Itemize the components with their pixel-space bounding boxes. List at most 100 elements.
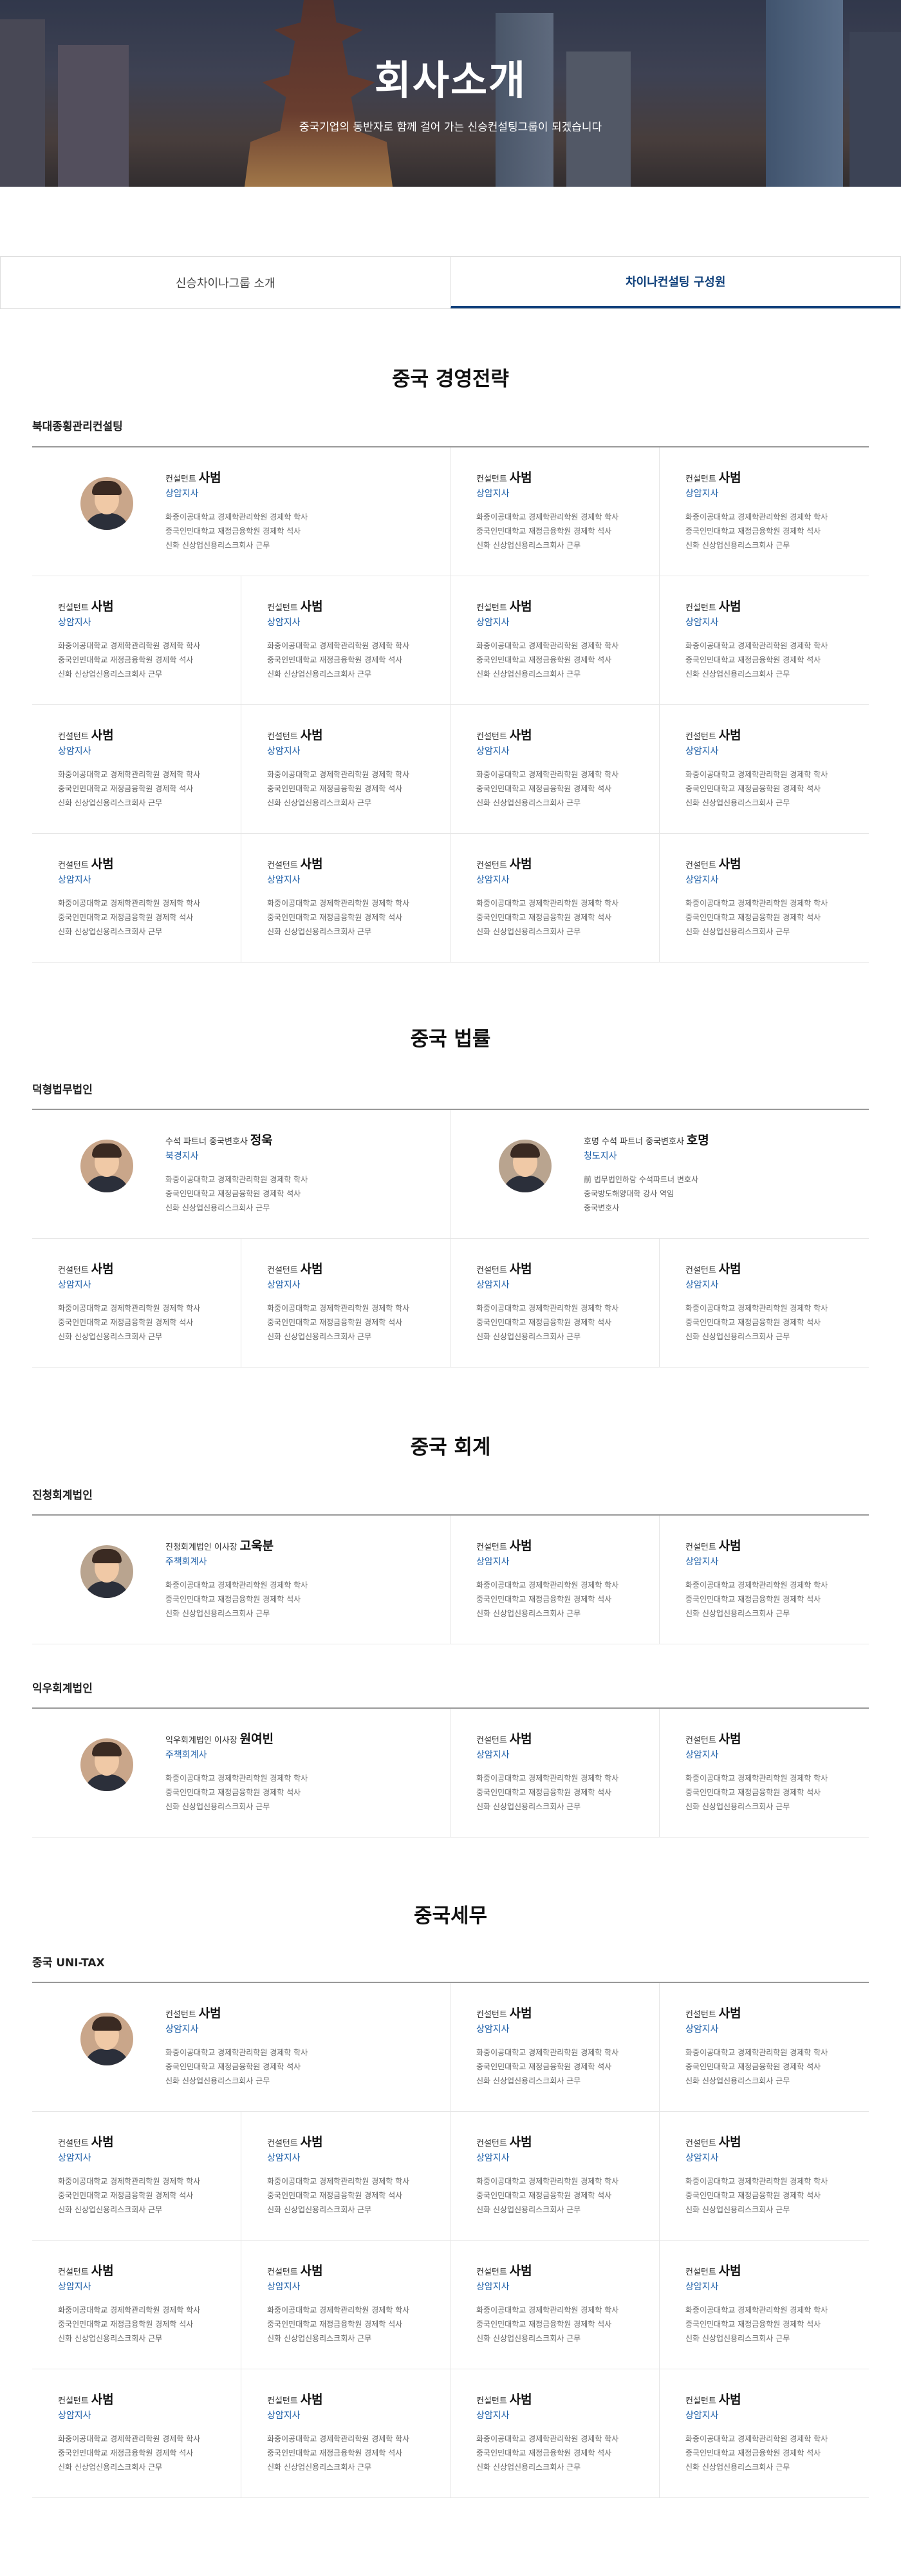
member-branch: 상암지사 (165, 489, 199, 499)
member-name: 사범 (91, 2393, 114, 2407)
section-title-law: 중국 법률 (410, 1028, 491, 1051)
member-role: 컨설턴트 (267, 2268, 298, 2277)
member-career-line: 중국인민대학교 재정금융학원 경제학 석사 (267, 1318, 403, 1327)
member-career-line: 화중이공대학교 경제학관리학원 경제학 학사 (685, 1304, 828, 1313)
member-branch: 상암지사 (267, 617, 301, 628)
member-career-line: 중국인민대학교 재정금융학원 경제학 석사 (476, 2320, 612, 2329)
member-career-line: 화중이공대학교 경제학관리학원 경제학 학사 (476, 2306, 619, 2315)
member-branch: 상암지사 (476, 746, 510, 757)
member-name: 호명 (686, 1133, 709, 1147)
member-career-line: 화중이공대학교 경제학관리학원 경제학 학사 (476, 899, 619, 908)
member-branch: 상암지사 (476, 1750, 510, 1760)
member-name: 사범 (509, 728, 532, 742)
member-card: 컨설턴트 사범 상암지사 화중이공대학교 경제학관리학원 경제학 학사 중국인민대학교… (450, 705, 660, 834)
member-card: 컨설턴트 사범 상암지사 화중이공대학교 경제학관리학원 경제학 학사 중국인민대학교… (241, 705, 450, 834)
member-career-line: 신화 신상업신용리스크회사 근무 (685, 670, 790, 679)
member-role: 컨설턴트 (476, 2396, 507, 2406)
member-name: 사범 (718, 1262, 741, 1276)
member-card: 컨설턴트 사범 상암지사 화중이공대학교 경제학관리학원 경제학 학사 중국인민대학교… (660, 447, 869, 576)
member-role: 수석 파트너 중국변호사 (165, 1137, 248, 1147)
member-career-line: 화중이공대학교 경제학관리학원 경제학 학사 (685, 2434, 828, 2443)
member-role: 컨설턴트 (685, 1543, 716, 1552)
member-career-line: 화중이공대학교 경제학관리학원 경제학 학사 (685, 641, 828, 650)
member-career-line: 화중이공대학교 경제학관리학원 경제학 학사 (685, 2048, 828, 2057)
member-career-line: 화중이공대학교 경제학관리학원 경제학 학사 (476, 1581, 619, 1590)
member-branch: 주책회계사 (165, 1557, 207, 1567)
tab-consulting-members[interactable]: 차이나컨설팅 구성원 (450, 257, 900, 308)
member-career-line: 중국인민대학교 재정금융학원 경제학 석사 (685, 1788, 821, 1797)
member-role: 컨설턴트 (165, 2010, 196, 2020)
tab-group-intro[interactable]: 신승차이나그룹 소개 (1, 257, 450, 308)
member-career-line: 화중이공대학교 경제학관리학원 경제학 학사 (267, 2434, 410, 2443)
member-card: 컨설턴트 사범 상암지사 화중이공대학교 경제학관리학원 경제학 학사 중국인민대학교… (32, 705, 241, 834)
member-career-line: 중국인민대학교 재정금융학원 경제학 석사 (58, 784, 194, 793)
member-career-line: 신화 신상업신용리스크회사 근무 (685, 2076, 790, 2085)
member-photo (80, 2013, 133, 2065)
member-branch: 상암지사 (476, 489, 510, 499)
member-branch: 상암지사 (476, 2282, 510, 2292)
member-info: 컨설턴트 사범 상암지사 화중이공대학교 경제학관리학원 경제학 학사 중국인민대학교… (267, 2135, 409, 2240)
section-title-strategy: 중국 경영전략 (392, 368, 509, 391)
member-role: 컨설턴트 (58, 2268, 89, 2277)
members-grid-law: 수석 파트너 중국변호사 정욱 북경지사 화중이공대학교 경제학관리학원 경제학 학… (32, 1109, 869, 1368)
member-career-line: 중국인민대학교 재정금융학원 경제학 석사 (267, 913, 403, 922)
member-career-line: 중국인민대학교 재정금융학원 경제학 석사 (58, 2449, 194, 2458)
members-grid-ikwoo: 익우회계법인 이사장 원여빈 주책회계사 화중이공대학교 경제학관리학원 경제학 학… (32, 1707, 869, 1838)
member-name: 사범 (718, 2393, 741, 2407)
member-career-line: 신화 신상업신용리스크회사 근무 (58, 2463, 163, 2472)
member-career-line: 중국인민대학교 재정금융학원 경제학 석사 (58, 2191, 194, 2200)
member-role: 컨설턴트 (476, 2010, 507, 2020)
member-career-line: 화중이공대학교 경제학관리학원 경제학 학사 (476, 2048, 619, 2057)
member-info: 익우회계법인 이사장 원여빈 주책회계사 화중이공대학교 경제학관리학원 경제학 학… (165, 1732, 308, 1837)
member-card-featured: 호명 수석 파트너 중국변호사 호명 청도지사 前 법무법인하랑 수석파트너 변호사… (450, 1110, 869, 1239)
member-career-line: 화중이공대학교 경제학관리학원 경제학 학사 (476, 1774, 619, 1783)
group-label-jincheong: 진청회계법인 (32, 1489, 93, 1502)
member-name: 사범 (300, 728, 323, 742)
member-info: 컨설턴트 사범 상암지사 화중이공대학교 경제학관리학원 경제학 학사 중국인민대학교… (685, 728, 828, 833)
member-name: 사범 (91, 2264, 114, 2278)
member-photo (499, 1140, 552, 1192)
member-career-line: 중국인민대학교 재정금융학원 경제학 석사 (685, 2191, 821, 2200)
member-name: 사범 (91, 599, 114, 614)
member-role: 컨설턴트 (476, 732, 507, 742)
member-career-line: 중국인민대학교 재정금융학원 경제학 석사 (165, 1595, 301, 1604)
member-info: 컨설턴트 사범 상암지사 화중이공대학교 경제학관리학원 경제학 학사 중국인민대학교… (58, 2264, 200, 2369)
member-role: 컨설턴트 (58, 861, 89, 870)
member-info: 컨설턴트 사범 상암지사 화중이공대학교 경제학관리학원 경제학 학사 중국인민대학교… (685, 1539, 828, 1644)
member-name: 사범 (300, 599, 323, 614)
member-career-line: 중국인민대학교 재정금융학원 경제학 석사 (685, 1318, 821, 1327)
member-career-line: 신화 신상업신용리스크회사 근무 (267, 927, 372, 936)
member-branch: 상암지사 (476, 2411, 510, 2421)
member-role: 컨설턴트 (267, 2139, 298, 2148)
member-branch: 상암지사 (267, 2153, 301, 2163)
member-career-line: 화중이공대학교 경제학관리학원 경제학 학사 (165, 1774, 308, 1783)
member-career-line: 신화 신상업신용리스크회사 근무 (685, 2463, 790, 2472)
hero-banner: 회사소개 중국기업의 동반자로 함께 걸어 가는 신승컨설팅그룹이 되겠습니다 (0, 0, 901, 187)
member-name: 원여빈 (239, 1732, 274, 1746)
member-role: 컨설턴트 (476, 2268, 507, 2277)
member-branch: 상암지사 (685, 489, 719, 499)
member-info: 컨설턴트 사범 상암지사 화중이공대학교 경제학관리학원 경제학 학사 중국인민대학교… (476, 1732, 618, 1837)
member-career-line: 중국인민대학교 재정금융학원 경제학 석사 (685, 1595, 821, 1604)
member-career-line: 중국인민대학교 재정금융학원 경제학 석사 (476, 1595, 612, 1604)
member-career-line: 신화 신상업신용리스크회사 근무 (165, 1802, 270, 1811)
group-label-unitax: 중국 UNI-TAX (32, 1957, 105, 1970)
member-career-line: 화중이공대학교 경제학관리학원 경제학 학사 (165, 512, 308, 522)
member-card: 컨설턴트 사범 상암지사 화중이공대학교 경제학관리학원 경제학 학사 중국인민대학교… (660, 2112, 869, 2241)
member-role: 컨설턴트 (476, 1736, 507, 1745)
member-career-line: 화중이공대학교 경제학관리학원 경제학 학사 (476, 1304, 619, 1313)
member-name: 사범 (509, 2006, 532, 2020)
member-career-line: 신화 신상업신용리스크회사 근무 (58, 2205, 163, 2214)
member-career-line: 신화 신상업신용리스크회사 근무 (685, 1802, 790, 1811)
member-role: 컨설턴트 (476, 861, 507, 870)
member-role: 컨설턴트 (476, 1266, 507, 1275)
member-career-line: 신화 신상업신용리스크회사 근무 (165, 1609, 270, 1618)
member-photo (80, 1545, 133, 1598)
member-career-line: 중국인민대학교 재정금융학원 경제학 석사 (476, 527, 612, 536)
member-role: 컨설턴트 (58, 1266, 89, 1275)
member-role: 컨설턴트 (685, 861, 716, 870)
member-branch: 상암지사 (267, 746, 301, 757)
member-branch: 상암지사 (685, 875, 719, 885)
member-card: 컨설턴트 사범 상암지사 화중이공대학교 경제학관리학원 경제학 학사 중국인민대학교… (32, 2369, 241, 2498)
member-name: 사범 (300, 2393, 323, 2407)
